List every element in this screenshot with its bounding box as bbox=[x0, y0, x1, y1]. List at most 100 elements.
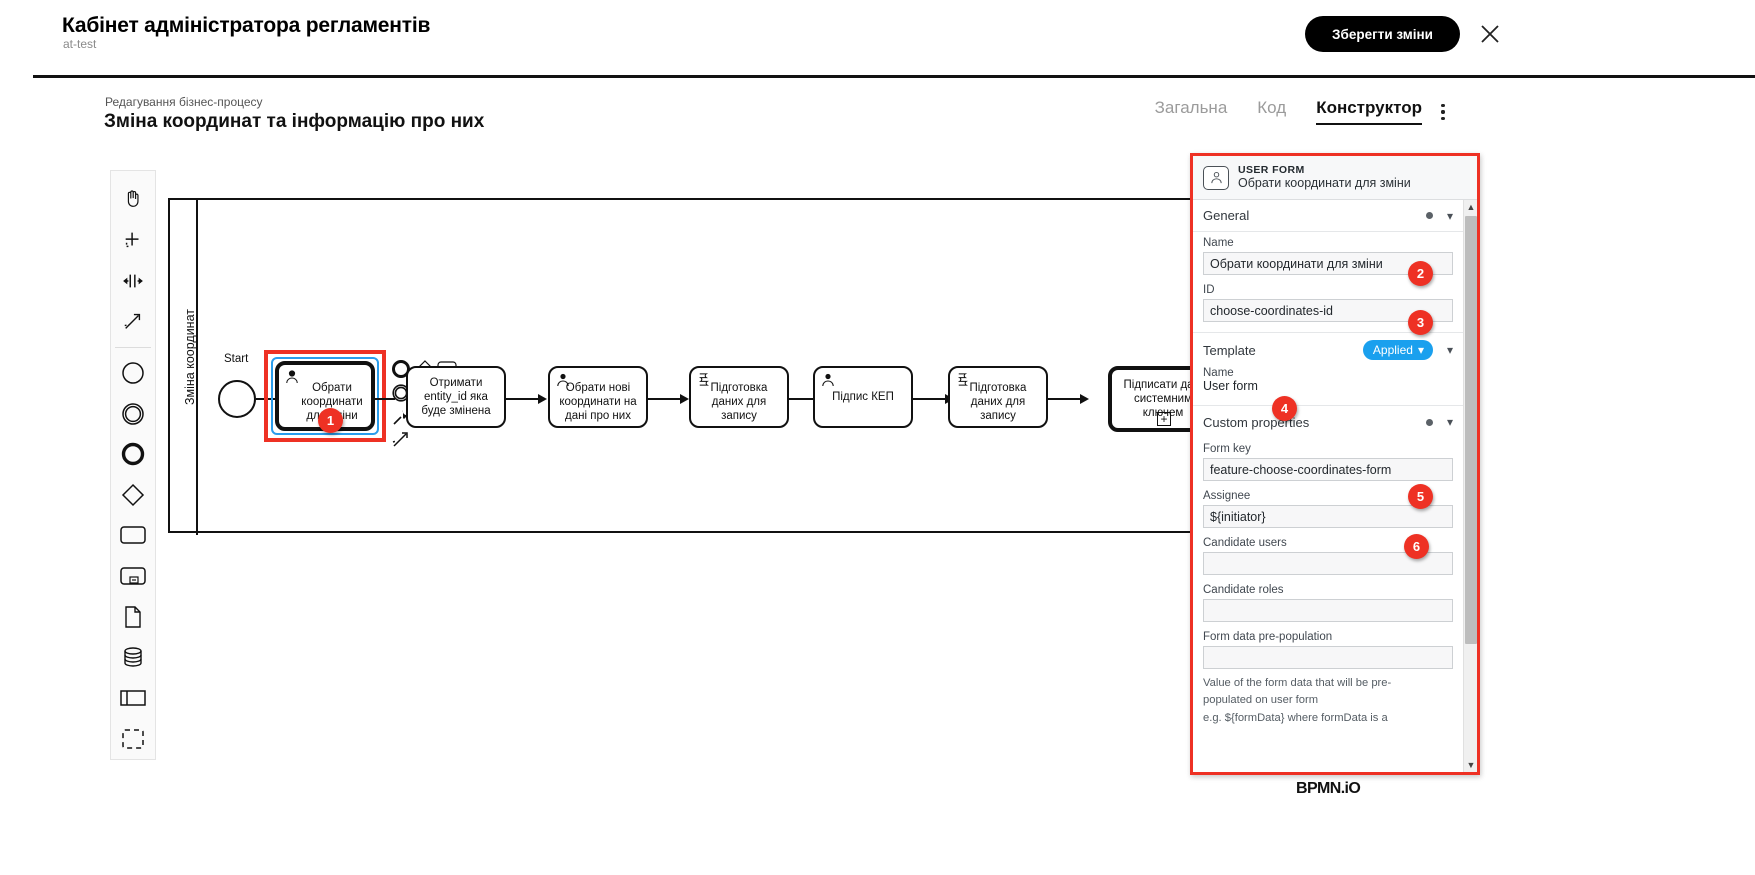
properties-panel[interactable]: USER FORM Обрати координати для зміни Ge… bbox=[1190, 153, 1480, 775]
user-task-icon bbox=[284, 369, 300, 389]
task-get-entity-id[interactable]: Отриматиentity_id якабуде змінена bbox=[406, 366, 506, 428]
task-choose-new-coordinates[interactable]: Обрати новікоординати надані про них bbox=[548, 366, 648, 428]
task-prepare-data-2[interactable]: Підготовкаданих длязапису bbox=[948, 366, 1048, 428]
chevron-down-icon[interactable]: ▾ bbox=[1447, 415, 1453, 429]
expand-icon[interactable]: + bbox=[1157, 412, 1171, 426]
tab-code[interactable]: Код bbox=[1257, 98, 1286, 123]
start-event-icon[interactable] bbox=[112, 353, 154, 394]
callout-badge-3: 3 bbox=[1408, 310, 1433, 335]
bpmnio-watermark: BPMN.iO bbox=[1296, 780, 1360, 798]
close-icon[interactable] bbox=[1477, 21, 1503, 47]
prepop-input[interactable] bbox=[1203, 646, 1453, 669]
subprocess-icon[interactable] bbox=[112, 556, 154, 597]
template-applied-badge[interactable]: Applied ▾ bbox=[1363, 340, 1433, 360]
save-button[interactable]: Зберегти зміни bbox=[1305, 16, 1460, 52]
prepop-hint-line-1: Value of the form data that will be pre- bbox=[1203, 675, 1453, 692]
tenant-label: at-test bbox=[63, 37, 96, 51]
group-template[interactable]: Template Applied ▾ ▾ bbox=[1193, 333, 1463, 367]
task-signature-kep[interactable]: Підпис КЕП bbox=[813, 366, 913, 428]
breadcrumb: Редагування бізнес-процесу bbox=[105, 95, 263, 109]
data-store-icon[interactable] bbox=[112, 637, 154, 678]
task-label: Підготовкаданих длязапису bbox=[711, 371, 768, 423]
user-task-icon bbox=[820, 372, 836, 392]
group-general[interactable]: General ▾ bbox=[1193, 200, 1463, 232]
task-label: Отриматиentity_id якабуде змінена bbox=[421, 376, 490, 418]
field-form-key-label: Form key bbox=[1203, 443, 1453, 455]
user-task-icon bbox=[1203, 166, 1229, 190]
intermediate-event-icon[interactable] bbox=[112, 393, 154, 434]
participant-icon[interactable] bbox=[112, 678, 154, 719]
template-name-value: User form bbox=[1203, 379, 1453, 393]
prepop-hint-line-2: populated on user form bbox=[1203, 692, 1453, 709]
field-id-label: ID bbox=[1203, 284, 1453, 296]
header-divider bbox=[33, 75, 1755, 78]
connect-icon[interactable] bbox=[390, 428, 412, 450]
group-filled-dot-icon bbox=[1426, 419, 1433, 426]
global-connect-tool-icon[interactable] bbox=[112, 301, 154, 342]
sequence-flow bbox=[375, 398, 395, 400]
task-prepare-data-1[interactable]: Підготовкаданих длязапису bbox=[689, 366, 789, 428]
gateway-icon[interactable] bbox=[112, 474, 154, 515]
editor-toolbar: Редагування бізнес-процесу Зміна координ… bbox=[90, 86, 1480, 140]
field-candidate-roles-label: Candidate roles bbox=[1203, 584, 1453, 596]
template-name-row: Name User form bbox=[1193, 367, 1463, 395]
candidate-roles-input[interactable] bbox=[1203, 599, 1453, 622]
group-custom-properties[interactable]: Custom properties ▾ bbox=[1193, 406, 1463, 438]
element-name-label: Обрати координати для зміни bbox=[1238, 176, 1411, 190]
kebab-menu-icon[interactable] bbox=[1434, 100, 1452, 124]
editor-tabs: Загальна Код Конструктор bbox=[1155, 98, 1422, 125]
script-task-icon bbox=[696, 372, 711, 391]
prepop-hint-line-3: e.g. ${formData} where formData is a bbox=[1203, 710, 1453, 727]
callout-badge-2: 2 bbox=[1408, 261, 1433, 286]
chevron-down-icon[interactable]: ▼ bbox=[1464, 758, 1477, 772]
properties-panel-inner: USER FORM Обрати координати для зміни Ge… bbox=[1193, 156, 1477, 772]
callout-badge-1: 1 bbox=[318, 408, 343, 433]
callout-badge-4: 4 bbox=[1272, 396, 1297, 421]
diagram-canvas[interactable]: Зміна координат Start Обратикоординатидл… bbox=[0, 148, 1755, 875]
chevron-up-icon[interactable]: ▲ bbox=[1464, 200, 1477, 214]
field-candidate-roles: Candidate roles bbox=[1193, 579, 1463, 626]
scrollbar-thumb[interactable] bbox=[1465, 216, 1477, 644]
pool-header: Зміна координат bbox=[170, 200, 198, 535]
template-name-label: Name bbox=[1203, 367, 1453, 379]
assignee-input[interactable] bbox=[1203, 505, 1453, 528]
prepop-hint: Value of the form data that will be pre-… bbox=[1193, 673, 1463, 727]
chevron-down-icon[interactable]: ▾ bbox=[1447, 343, 1453, 357]
field-form-key: Form key bbox=[1193, 438, 1463, 485]
tab-general[interactable]: Загальна bbox=[1155, 98, 1228, 123]
pool-label: Зміна координат bbox=[183, 207, 197, 507]
hand-tool-icon[interactable] bbox=[112, 179, 154, 220]
group-icon[interactable] bbox=[112, 718, 154, 759]
element-type-label: USER FORM bbox=[1238, 164, 1411, 176]
field-form-data-prepopulation: Form data pre-population bbox=[1193, 626, 1463, 673]
flow-arrowhead bbox=[538, 394, 547, 404]
task-label: Підпис КЕП bbox=[832, 390, 894, 404]
end-event-icon[interactable] bbox=[112, 434, 154, 475]
user-task-icon bbox=[555, 372, 571, 392]
tab-constructor[interactable]: Конструктор bbox=[1316, 98, 1422, 125]
space-tool-icon[interactable] bbox=[112, 260, 154, 301]
form-key-input[interactable] bbox=[1203, 458, 1453, 481]
callout-badge-6: 6 bbox=[1404, 534, 1429, 559]
data-object-icon[interactable] bbox=[112, 596, 154, 637]
start-event-label: Start bbox=[224, 353, 248, 365]
field-prepop-label: Form data pre-population bbox=[1203, 631, 1453, 643]
flow-arrowhead bbox=[1080, 394, 1089, 404]
group-template-title: Template bbox=[1203, 343, 1256, 358]
page-title: Кабінет адміністратора регламентів bbox=[62, 14, 430, 38]
start-event[interactable] bbox=[218, 380, 256, 418]
chevron-down-icon[interactable]: ▾ bbox=[1447, 209, 1453, 223]
script-task-icon bbox=[955, 372, 970, 391]
properties-scrollbar[interactable]: ▲ ▼ bbox=[1463, 200, 1477, 772]
task-icon[interactable] bbox=[112, 515, 154, 556]
template-applied-label: Applied bbox=[1373, 343, 1413, 357]
group-general-title: General bbox=[1203, 208, 1249, 223]
lasso-tool-icon[interactable] bbox=[112, 220, 154, 261]
process-name: Зміна координат та інформацію про них bbox=[104, 111, 484, 133]
flow-arrowhead bbox=[680, 394, 689, 404]
palette-divider bbox=[115, 347, 151, 348]
bpmn-palette[interactable] bbox=[110, 170, 156, 760]
properties-panel-header: USER FORM Обрати координати для зміни bbox=[1193, 156, 1477, 200]
group-filled-dot-icon bbox=[1426, 212, 1433, 219]
field-name-label: Name bbox=[1203, 237, 1453, 249]
